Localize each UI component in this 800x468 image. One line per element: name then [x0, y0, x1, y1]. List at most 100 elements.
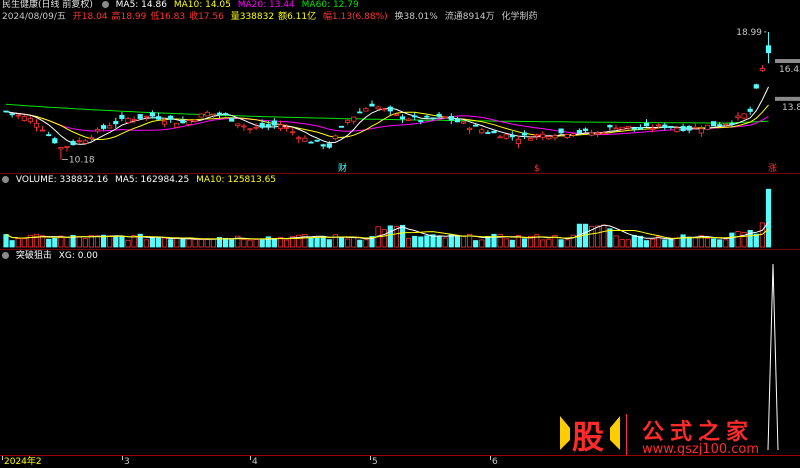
volume-bar	[619, 239, 625, 248]
candle-body	[674, 127, 680, 132]
candle-body	[619, 126, 625, 130]
axis-tick-label: 5	[370, 456, 378, 467]
volume-bar	[192, 239, 198, 248]
candle-body	[479, 129, 485, 134]
candle-body	[94, 129, 101, 132]
candle-body	[241, 125, 247, 128]
volume-bar	[631, 234, 637, 248]
volume-bar	[595, 225, 601, 248]
volume-bar	[259, 239, 265, 248]
volume-bar	[704, 237, 711, 248]
candle-body	[686, 125, 692, 131]
candle-body	[363, 108, 369, 112]
volume-bar	[3, 234, 9, 248]
candle-body	[369, 103, 375, 107]
volume-bar	[338, 236, 345, 248]
candle-body	[662, 124, 668, 129]
candle-body	[448, 116, 454, 121]
volume-bar	[448, 234, 454, 248]
volume-bar	[363, 239, 369, 248]
candle-body	[631, 127, 637, 130]
volume-bar	[119, 236, 125, 248]
volume-bar	[473, 240, 479, 248]
indicator-xg: XG: 0.00	[58, 251, 98, 261]
price-chart[interactable]: 18.99 10.18 16.43 13.82 财 $ 涨	[0, 0, 800, 173]
box-lower-label: 13.82	[782, 103, 800, 113]
candle-body	[717, 124, 723, 127]
candle-body	[521, 132, 528, 136]
candle-body	[168, 115, 174, 120]
axis-tick-label: 2024年2	[2, 456, 42, 467]
candle-body	[692, 126, 698, 129]
volume-bar	[15, 238, 21, 248]
volume-bar	[149, 237, 155, 248]
candle-body	[589, 132, 595, 136]
volume-bar	[113, 235, 119, 248]
candle-body	[40, 129, 46, 132]
volume-bar	[711, 238, 717, 248]
volume-ma10: MA10: 125813.65	[196, 175, 277, 185]
volume-bar	[283, 239, 290, 248]
candle-body	[302, 137, 308, 142]
candle-body	[534, 134, 540, 137]
candle-body	[33, 122, 40, 128]
volume-bar	[558, 239, 564, 248]
candle-body	[204, 111, 210, 117]
candle-body	[265, 124, 271, 127]
candle-body	[216, 112, 223, 116]
candle-body	[259, 122, 265, 128]
candle-body	[119, 114, 125, 119]
candle-body	[747, 108, 753, 112]
lower-box-bar	[775, 96, 800, 101]
high-price-label: 18.99	[736, 28, 762, 38]
volume-bar	[326, 239, 332, 248]
volume-bar	[308, 237, 314, 248]
volume-bar	[723, 239, 729, 248]
indicator-header: 突破狙击 XG: 0.00	[0, 251, 102, 262]
volume-bar	[58, 235, 64, 248]
volume-bar	[381, 229, 387, 248]
volume-bar	[546, 238, 552, 248]
ma60-line	[5, 103, 769, 124]
candle-body	[155, 116, 162, 120]
volume-bar	[674, 237, 680, 248]
upper-box-bar	[775, 59, 800, 64]
candle-body	[466, 127, 473, 130]
candle-body	[76, 140, 82, 143]
candle-body	[229, 117, 235, 122]
candle-body	[454, 118, 461, 123]
candle-body	[320, 144, 326, 147]
volume-bar	[509, 239, 515, 248]
indicator-settings-icon[interactable]	[2, 252, 9, 259]
volume-bar	[485, 236, 491, 248]
candle-body	[125, 118, 131, 123]
volume-bar	[601, 224, 607, 248]
volume-bar	[357, 239, 363, 248]
candle-body	[460, 121, 467, 124]
volume-bar	[759, 222, 766, 248]
candle-body	[625, 125, 631, 129]
watermark: 股 公式之家 www.gszj100.com	[556, 410, 786, 458]
axis-tick-label: 3	[122, 456, 130, 467]
volume-bar	[314, 236, 320, 248]
candle-body	[52, 138, 58, 144]
volume-settings-icon[interactable]	[2, 176, 9, 183]
candle-body	[485, 132, 491, 134]
volume-bar	[344, 238, 351, 248]
candle-body	[338, 125, 345, 128]
volume-header: VOLUME: 338832.16 MA5: 162984.25 MA10: 1…	[0, 175, 280, 186]
candle-body	[741, 113, 747, 119]
volume-bar	[168, 239, 174, 248]
volume-bar	[204, 239, 210, 248]
candle-body	[222, 113, 229, 116]
candle-body	[15, 114, 21, 117]
candle-body	[576, 129, 583, 134]
date-axis: 2024年2 3 4 5 6	[0, 455, 800, 468]
candle-body	[637, 127, 644, 130]
candle-body	[46, 134, 52, 137]
candle-body	[735, 115, 741, 119]
candle-body	[143, 115, 149, 118]
candle-body	[650, 128, 656, 130]
candle-body	[393, 113, 400, 116]
candle-body	[290, 131, 296, 134]
